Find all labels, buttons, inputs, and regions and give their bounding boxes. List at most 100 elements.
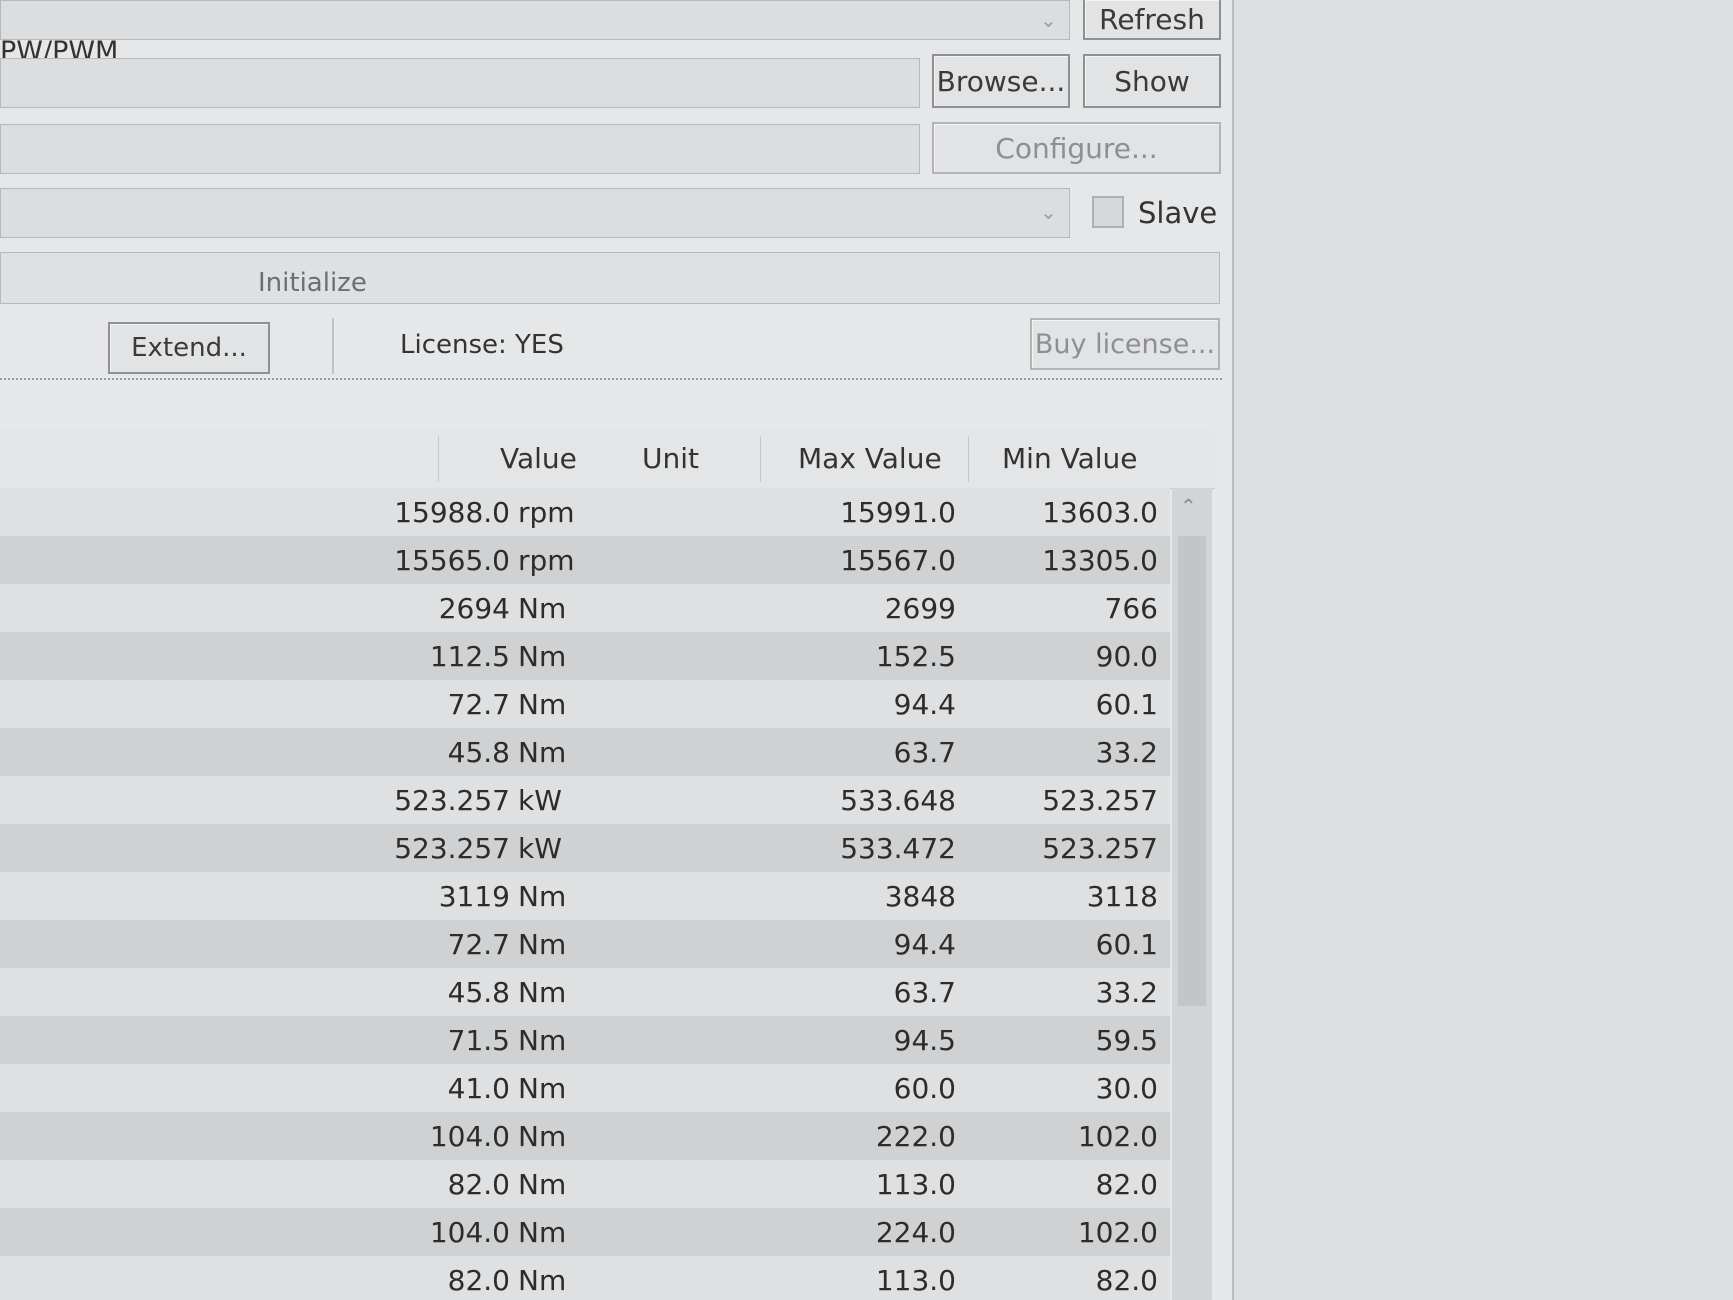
cell-unit: Nm — [518, 1120, 567, 1153]
column-divider — [760, 436, 761, 482]
cell-max: 224.0 — [875, 1216, 956, 1249]
cell-value: 45.8 — [447, 736, 510, 769]
cell-min: 60.1 — [1095, 688, 1158, 721]
cell-unit: rpm — [518, 544, 575, 577]
column-header-value[interactable]: Value — [500, 442, 577, 475]
table-row[interactable]: 523.257 kW 533.472 523.257 — [0, 824, 1170, 872]
cell-max: 60.0 — [893, 1072, 956, 1105]
measurement-table: Value Unit Max Value Min Value 15988.0 rp… — [0, 430, 1215, 1300]
cell-max: 94.4 — [893, 688, 956, 721]
cell-value: 15988.0 — [394, 496, 510, 529]
cell-unit: Nm — [518, 976, 567, 1009]
cell-value: 72.7 — [447, 688, 510, 721]
cell-value: 2694 — [438, 592, 510, 625]
cell-max: 15991.0 — [840, 496, 956, 529]
initialize-button[interactable] — [0, 252, 1220, 304]
cell-min: 33.2 — [1095, 736, 1158, 769]
toolbar-separator — [332, 318, 334, 374]
column-header-unit[interactable]: Unit — [642, 442, 699, 475]
cell-unit: Nm — [518, 1216, 567, 1249]
cell-max: 2699 — [884, 592, 956, 625]
table-body: 15988.0 rpm 15991.0 13603.0 15565.0 rpm 15567… — [0, 488, 1170, 1300]
cell-value: 112.5 — [429, 640, 510, 673]
table-row[interactable]: 41.0 Nm 60.0 30.0 — [0, 1064, 1170, 1112]
table-row[interactable]: 72.7 Nm 94.4 60.1 — [0, 680, 1170, 728]
cell-min: 82.0 — [1095, 1168, 1158, 1201]
cell-min: 82.0 — [1095, 1264, 1158, 1297]
extend-button[interactable]: Extend... — [108, 322, 270, 374]
cell-max: 113.0 — [875, 1264, 956, 1297]
table-row[interactable]: 71.5 Nm 94.5 59.5 — [0, 1016, 1170, 1064]
cell-value: 82.0 — [447, 1264, 510, 1297]
cell-value: 523.257 — [394, 784, 510, 817]
empty-background-area — [1234, 0, 1733, 1300]
cell-value: 72.7 — [447, 928, 510, 961]
table-row[interactable]: 15565.0 rpm 15567.0 13305.0 — [0, 536, 1170, 584]
cell-min: 102.0 — [1077, 1120, 1158, 1153]
cell-unit: rpm — [518, 496, 575, 529]
refresh-button[interactable]: Refresh — [1083, 0, 1221, 40]
cell-max: 94.4 — [893, 928, 956, 961]
cell-value: 82.0 — [447, 1168, 510, 1201]
cell-min: 13603.0 — [1042, 496, 1158, 529]
cell-max: 152.5 — [875, 640, 956, 673]
buy-license-button[interactable]: Buy license... — [1030, 318, 1220, 370]
column-divider — [968, 436, 969, 482]
cell-value: 71.5 — [447, 1024, 510, 1057]
chevron-up-icon[interactable]: ⌃ — [1180, 494, 1197, 518]
cell-max: 63.7 — [893, 736, 956, 769]
application-panel: ⌄ Refresh PW/PWM Browse... Show Configur… — [0, 0, 1234, 1300]
cell-unit: Nm — [518, 592, 567, 625]
slave-label: Slave — [1138, 196, 1218, 230]
scrollbar-thumb[interactable] — [1178, 536, 1206, 1006]
initialize-label: Initialize — [258, 268, 367, 298]
table-row[interactable]: 3119 Nm 3848 3118 — [0, 872, 1170, 920]
column-header-max-value[interactable]: Max Value — [798, 442, 942, 475]
cell-unit: Nm — [518, 1168, 567, 1201]
cell-min: 3118 — [1086, 880, 1158, 913]
cell-max: 63.7 — [893, 976, 956, 1009]
table-row[interactable]: 104.0 Nm 222.0 102.0 — [0, 1112, 1170, 1160]
table-row[interactable]: 82.0 Nm 113.0 82.0 — [0, 1256, 1170, 1300]
file-path-input[interactable] — [0, 58, 920, 108]
cell-min: 33.2 — [1095, 976, 1158, 1009]
column-header-min-value[interactable]: Min Value — [1002, 442, 1137, 475]
cell-min: 102.0 — [1077, 1216, 1158, 1249]
cell-min: 13305.0 — [1042, 544, 1158, 577]
chevron-down-icon[interactable]: ⌄ — [1040, 8, 1057, 32]
device-dropdown[interactable] — [0, 188, 1070, 238]
configure-button[interactable]: Configure... — [932, 122, 1221, 174]
cell-max: 113.0 — [875, 1168, 956, 1201]
cell-value: 104.0 — [429, 1120, 510, 1153]
cell-unit: Nm — [518, 1264, 567, 1297]
table-row[interactable]: 112.5 Nm 152.5 90.0 — [0, 632, 1170, 680]
license-status: License: YES — [400, 330, 564, 360]
table-row[interactable]: 523.257 kW 533.648 523.257 — [0, 776, 1170, 824]
table-row[interactable]: 72.7 Nm 94.4 60.1 — [0, 920, 1170, 968]
browse-button[interactable]: Browse... — [932, 54, 1070, 108]
cell-max: 222.0 — [875, 1120, 956, 1153]
table-row[interactable]: 45.8 Nm 63.7 33.2 — [0, 968, 1170, 1016]
cell-max: 533.472 — [840, 832, 956, 865]
configuration-field[interactable] — [0, 124, 920, 174]
cell-unit: Nm — [518, 1024, 567, 1057]
cell-value: 3119 — [438, 880, 510, 913]
slave-checkbox[interactable] — [1092, 196, 1124, 228]
table-row[interactable]: 45.8 Nm 63.7 33.2 — [0, 728, 1170, 776]
table-row[interactable]: 15988.0 rpm 15991.0 13603.0 — [0, 488, 1170, 536]
cell-value: 15565.0 — [394, 544, 510, 577]
top-dropdown-field[interactable] — [0, 0, 1070, 40]
cell-min: 766 — [1104, 592, 1158, 625]
cell-max: 3848 — [884, 880, 956, 913]
cell-unit: Nm — [518, 880, 567, 913]
column-divider — [438, 436, 439, 482]
table-row[interactable]: 82.0 Nm 113.0 82.0 — [0, 1160, 1170, 1208]
cell-min: 60.1 — [1095, 928, 1158, 961]
table-row[interactable]: 2694 Nm 2699 766 — [0, 584, 1170, 632]
chevron-down-icon[interactable]: ⌄ — [1040, 200, 1057, 224]
cell-max: 533.648 — [840, 784, 956, 817]
show-button[interactable]: Show — [1083, 54, 1221, 108]
table-row[interactable]: 104.0 Nm 224.0 102.0 — [0, 1208, 1170, 1256]
table-scrollbar[interactable]: ⌃ — [1172, 488, 1212, 1300]
cell-value: 523.257 — [394, 832, 510, 865]
